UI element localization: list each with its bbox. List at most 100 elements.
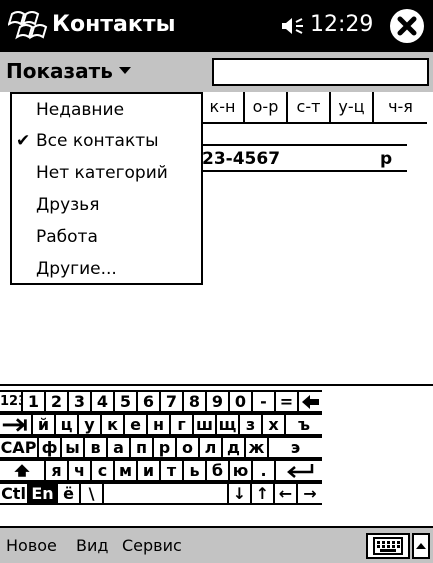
key[interactable]: 2	[46, 390, 69, 413]
tab-key[interactable]	[0, 413, 33, 436]
key[interactable]: 9	[207, 390, 230, 413]
ctrl-key[interactable]: Ctl	[0, 482, 29, 505]
key[interactable]: о	[177, 436, 200, 459]
key-numeric[interactable]: 123	[0, 390, 23, 413]
input-panel-button[interactable]	[366, 533, 410, 559]
menu-tools[interactable]: Сервис	[122, 535, 182, 557]
menu-item-all-contacts[interactable]: ✔ Все контакты	[12, 125, 201, 157]
enter-icon	[287, 464, 314, 478]
keyboard-row: я ч с м и т ь б ю .	[0, 459, 433, 482]
key[interactable]: с	[92, 459, 115, 482]
key[interactable]: в	[85, 436, 108, 459]
title-bar: Контакты 12:29	[0, 0, 433, 52]
key[interactable]: ъ	[286, 413, 322, 436]
keyboard-row: й ц у к е н г ш щ з х ъ	[0, 413, 433, 436]
key[interactable]: \	[81, 482, 104, 505]
enter-key[interactable]	[276, 459, 322, 482]
key[interactable]: м	[115, 459, 138, 482]
key[interactable]: ю	[230, 459, 253, 482]
keyboard-row: Ctl En ё \ ↓ ↑ ← →	[0, 482, 433, 505]
key[interactable]: ь	[184, 459, 207, 482]
menu-item-recent[interactable]: Недавние	[12, 94, 201, 126]
key[interactable]: п	[131, 436, 154, 459]
key[interactable]: 0	[230, 390, 253, 413]
key[interactable]: к	[102, 413, 125, 436]
space-key[interactable]	[104, 482, 229, 505]
toolbar: Показать	[0, 52, 433, 92]
key[interactable]: л	[200, 436, 223, 459]
contact-row[interactable]: 23-4567 р	[202, 144, 407, 172]
contact-phone-type: р	[380, 149, 393, 169]
key[interactable]: ш	[194, 413, 217, 436]
alpha-tab[interactable]: с-т	[288, 92, 331, 124]
alpha-tabs: к-н о-р с-т у-ц ч-я	[202, 92, 427, 124]
language-key[interactable]: En	[29, 482, 58, 505]
soft-keyboard: 123 1 2 3 4 5 6 7 8 9 0 - = й ц у к е н …	[0, 384, 433, 526]
key[interactable]: ё	[58, 482, 81, 505]
key[interactable]: у	[79, 413, 102, 436]
key[interactable]: ж	[246, 436, 269, 459]
menu-item-friends[interactable]: Друзья	[12, 189, 201, 221]
backspace-key[interactable]	[299, 390, 322, 413]
keyboard-icon	[373, 537, 403, 555]
key[interactable]: и	[138, 459, 161, 482]
menu-item-other[interactable]: Другие...	[12, 253, 201, 285]
chevron-down-icon[interactable]	[119, 67, 131, 74]
key[interactable]: =	[276, 390, 299, 413]
windows-flag-icon[interactable]	[7, 6, 48, 46]
arrow-right-key[interactable]: →	[298, 482, 322, 505]
input-panel-arrow[interactable]	[412, 533, 430, 559]
key[interactable]: н	[148, 413, 171, 436]
arrow-down-key[interactable]: ↓	[229, 482, 252, 505]
contact-phone: 23-4567	[202, 149, 281, 169]
alpha-tab[interactable]: к-н	[202, 92, 245, 124]
key[interactable]: г	[171, 413, 194, 436]
key[interactable]: б	[207, 459, 230, 482]
key[interactable]: д	[223, 436, 246, 459]
key[interactable]: р	[154, 436, 177, 459]
up-arrow-icon	[416, 543, 426, 549]
key[interactable]: з	[240, 413, 263, 436]
menu-item-label: Все контакты	[36, 131, 159, 151]
key[interactable]: 6	[138, 390, 161, 413]
alpha-tab[interactable]: ч-я	[374, 92, 427, 124]
key[interactable]: -	[253, 390, 276, 413]
close-icon	[397, 16, 417, 36]
key[interactable]: 8	[184, 390, 207, 413]
key[interactable]: я	[46, 459, 69, 482]
menu-new[interactable]: Новое	[6, 535, 57, 557]
key[interactable]: 4	[92, 390, 115, 413]
key[interactable]: ы	[62, 436, 85, 459]
key[interactable]: ф	[39, 436, 62, 459]
clock[interactable]: 12:29	[310, 10, 373, 40]
speaker-icon[interactable]	[280, 14, 306, 38]
search-input[interactable]	[212, 58, 429, 86]
key[interactable]: т	[161, 459, 184, 482]
key[interactable]: й	[33, 413, 56, 436]
key[interactable]: 3	[69, 390, 92, 413]
key[interactable]: ч	[69, 459, 92, 482]
key[interactable]: .	[253, 459, 276, 482]
key[interactable]: е	[125, 413, 148, 436]
show-menu-button[interactable]: Показать	[6, 57, 113, 85]
backspace-icon	[302, 395, 319, 409]
alpha-tab[interactable]: у-ц	[331, 92, 374, 124]
keyboard-row: CAP ф ы в а п р о л д ж э	[0, 436, 433, 459]
key[interactable]: 1	[23, 390, 46, 413]
arrow-up-key[interactable]: ↑	[252, 482, 275, 505]
caps-key[interactable]: CAP	[0, 436, 39, 459]
key[interactable]: 7	[161, 390, 184, 413]
close-button[interactable]	[390, 9, 424, 43]
key[interactable]: щ	[217, 413, 240, 436]
menu-item-work[interactable]: Работа	[12, 221, 201, 253]
menu-view[interactable]: Вид	[76, 535, 108, 557]
key[interactable]: 5	[115, 390, 138, 413]
shift-key[interactable]	[0, 459, 46, 482]
menu-item-no-categories[interactable]: Нет категорий	[12, 157, 201, 189]
key[interactable]: э	[269, 436, 322, 459]
key[interactable]: а	[108, 436, 131, 459]
key[interactable]: х	[263, 413, 286, 436]
key[interactable]: ц	[56, 413, 79, 436]
arrow-left-key[interactable]: ←	[275, 482, 298, 505]
alpha-tab[interactable]: о-р	[245, 92, 288, 124]
